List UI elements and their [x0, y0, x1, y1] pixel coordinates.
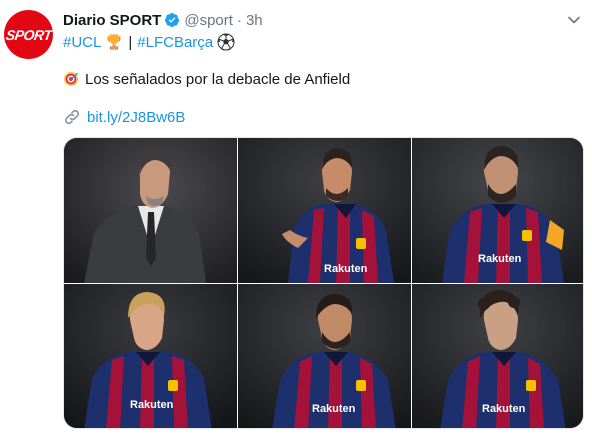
photo-player-captain[interactable]: Rakuten [412, 138, 583, 283]
tweet[interactable]: SPORT Diario SPORT @sport · 3h #UCL | #L… [0, 0, 592, 441]
avatar-logo-text: SPORT [4, 26, 53, 43]
svg-text:Rakuten: Rakuten [130, 399, 174, 411]
header-separator: · [236, 11, 242, 29]
avatar[interactable]: SPORT [4, 10, 53, 59]
link-icon [64, 109, 80, 125]
tweet-text: Los señalados por la debacle de Anfield [85, 70, 351, 88]
svg-text:Rakuten: Rakuten [478, 253, 522, 265]
trophy-icon [107, 34, 121, 50]
tweet-link[interactable]: bit.ly/2J8Bw6B [87, 109, 185, 126]
media-grid[interactable]: Rakuten Rakuten Rakuten Rakuten Rakuten [63, 137, 584, 429]
soccer-ball-icon [217, 33, 235, 51]
photo-player-blond[interactable]: Rakuten [64, 284, 237, 428]
tweet-text-line: Los señalados por la debacle de Anfield [63, 69, 350, 89]
photo-player-pointing[interactable]: Rakuten [238, 138, 411, 283]
account-name[interactable]: Diario SPORT [63, 12, 161, 29]
tweet-link-line: bit.ly/2J8Bw6B [63, 107, 185, 127]
hashtag-ucl[interactable]: #UCL [63, 34, 101, 51]
photo-player-running[interactable]: Rakuten [238, 284, 411, 428]
tweet-header: Diario SPORT @sport · 3h [63, 10, 263, 30]
hashtag-line: #UCL | #LFCBarça [63, 32, 235, 52]
verified-badge-icon [165, 13, 180, 27]
svg-text:Rakuten: Rakuten [312, 403, 356, 415]
svg-text:Rakuten: Rakuten [324, 263, 368, 275]
hashtag-separator: | [128, 33, 133, 51]
target-icon [63, 71, 79, 87]
photo-coach[interactable] [64, 138, 237, 283]
chevron-down-icon[interactable] [566, 12, 582, 28]
svg-text:Rakuten: Rakuten [482, 403, 526, 415]
account-handle[interactable]: @sport [184, 12, 233, 29]
photo-player-curly[interactable]: Rakuten [412, 284, 583, 428]
tweet-timestamp[interactable]: 3h [246, 12, 263, 29]
hashtag-lfcbarca[interactable]: #LFCBarça [137, 34, 213, 51]
